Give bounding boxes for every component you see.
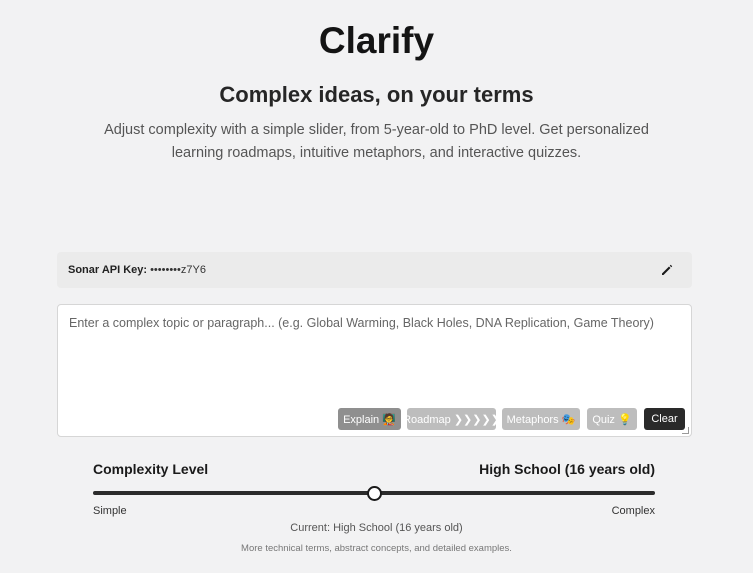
roadmap-button[interactable]: Roadmap ❯❯❯❯❯: [403, 408, 500, 430]
complexity-level-value: High School (16 years old): [479, 461, 655, 477]
slider-max-label: Complex: [611, 505, 655, 517]
slider-min-label: Simple: [93, 505, 127, 517]
api-key-label: Sonar API Key:: [68, 264, 148, 276]
pencil-icon[interactable]: [660, 263, 674, 277]
page: Clarify Complex ideas, on your terms Adj…: [0, 0, 753, 573]
subtitle: Adjust complexity with a simple slider, …: [104, 122, 649, 161]
headline: Complex ideas, on your terms: [219, 82, 534, 107]
api-key-value: ••••••••z7Y6: [150, 264, 206, 276]
topic-input-container: Explain 🧑‍🏫 Roadmap ❯❯❯❯❯ Metaphors 🎭 Qu…: [57, 304, 692, 437]
clear-button[interactable]: Clear: [644, 408, 685, 430]
level-description: More technical terms, abstract concepts,…: [241, 543, 512, 554]
quiz-button[interactable]: Quiz 💡: [587, 408, 637, 430]
api-key-bar: Sonar API Key: ••••••••z7Y6: [57, 252, 692, 288]
app-title: Clarify: [318, 20, 435, 61]
current-level-text: Current: High School (16 years old): [290, 522, 463, 534]
metaphors-button[interactable]: Metaphors 🎭: [502, 408, 580, 430]
complexity-label: Complexity Level: [93, 461, 209, 477]
explain-button[interactable]: Explain 🧑‍🏫: [338, 408, 401, 430]
complexity-slider-thumb[interactable]: [366, 486, 382, 501]
